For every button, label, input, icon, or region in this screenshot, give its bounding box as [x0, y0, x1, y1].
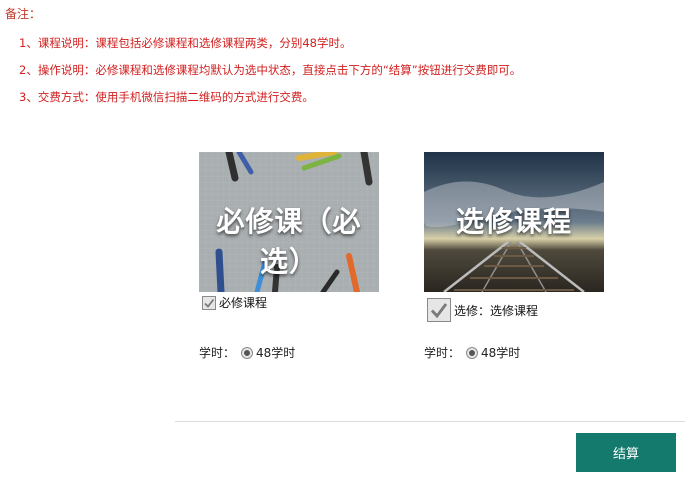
course-checkbox-row[interactable]: 必修课程	[202, 294, 267, 311]
note-item: 3、交费方式：使用手机微信扫描二维码的方式进行交费。	[19, 90, 314, 104]
hours-row: 学时： 48学时	[424, 344, 520, 361]
hours-row: 学时： 48学时	[199, 344, 295, 361]
hours-radio[interactable]	[466, 346, 479, 359]
course-image-caption: 选修课程	[455, 205, 572, 238]
hours-value: 48学时	[481, 346, 521, 360]
hours-radio[interactable]	[241, 346, 254, 359]
checkmark-icon	[204, 298, 215, 308]
course-checkbox-row[interactable]: 选修：选修课程	[427, 298, 538, 322]
hours-value: 48学时	[256, 346, 296, 360]
notes-section: 备注： 1、课程说明：课程包括必修课程和选修课程两类，分别48学时。 2、操作说…	[5, 6, 521, 104]
checkmark-icon	[430, 303, 448, 319]
checkout-button[interactable]: 结算	[576, 433, 676, 472]
course-image-required: 必修课（必选）	[199, 152, 379, 292]
hours-label: 学时：	[424, 346, 461, 360]
hours-label: 学时：	[199, 346, 236, 360]
note-item: 2、操作说明：必修课程和选修课程均默认为选中状态，直接点击下方的“结算”按钮进行…	[19, 63, 522, 77]
required-course-label: 必修课程	[219, 296, 268, 310]
elective-course-checkbox[interactable]	[427, 298, 451, 322]
course-image-elective: 选修课程	[424, 152, 604, 292]
required-course-checkbox[interactable]	[202, 295, 216, 310]
course-image-caption: 必修课（必选）	[216, 205, 362, 278]
note-item: 1、课程说明：课程包括必修课程和选修课程两类，分别48学时。	[19, 36, 352, 50]
elective-course-label: 选修：选修课程	[454, 303, 539, 318]
notes-title: 备注：	[5, 7, 42, 21]
footer-divider	[175, 421, 685, 422]
